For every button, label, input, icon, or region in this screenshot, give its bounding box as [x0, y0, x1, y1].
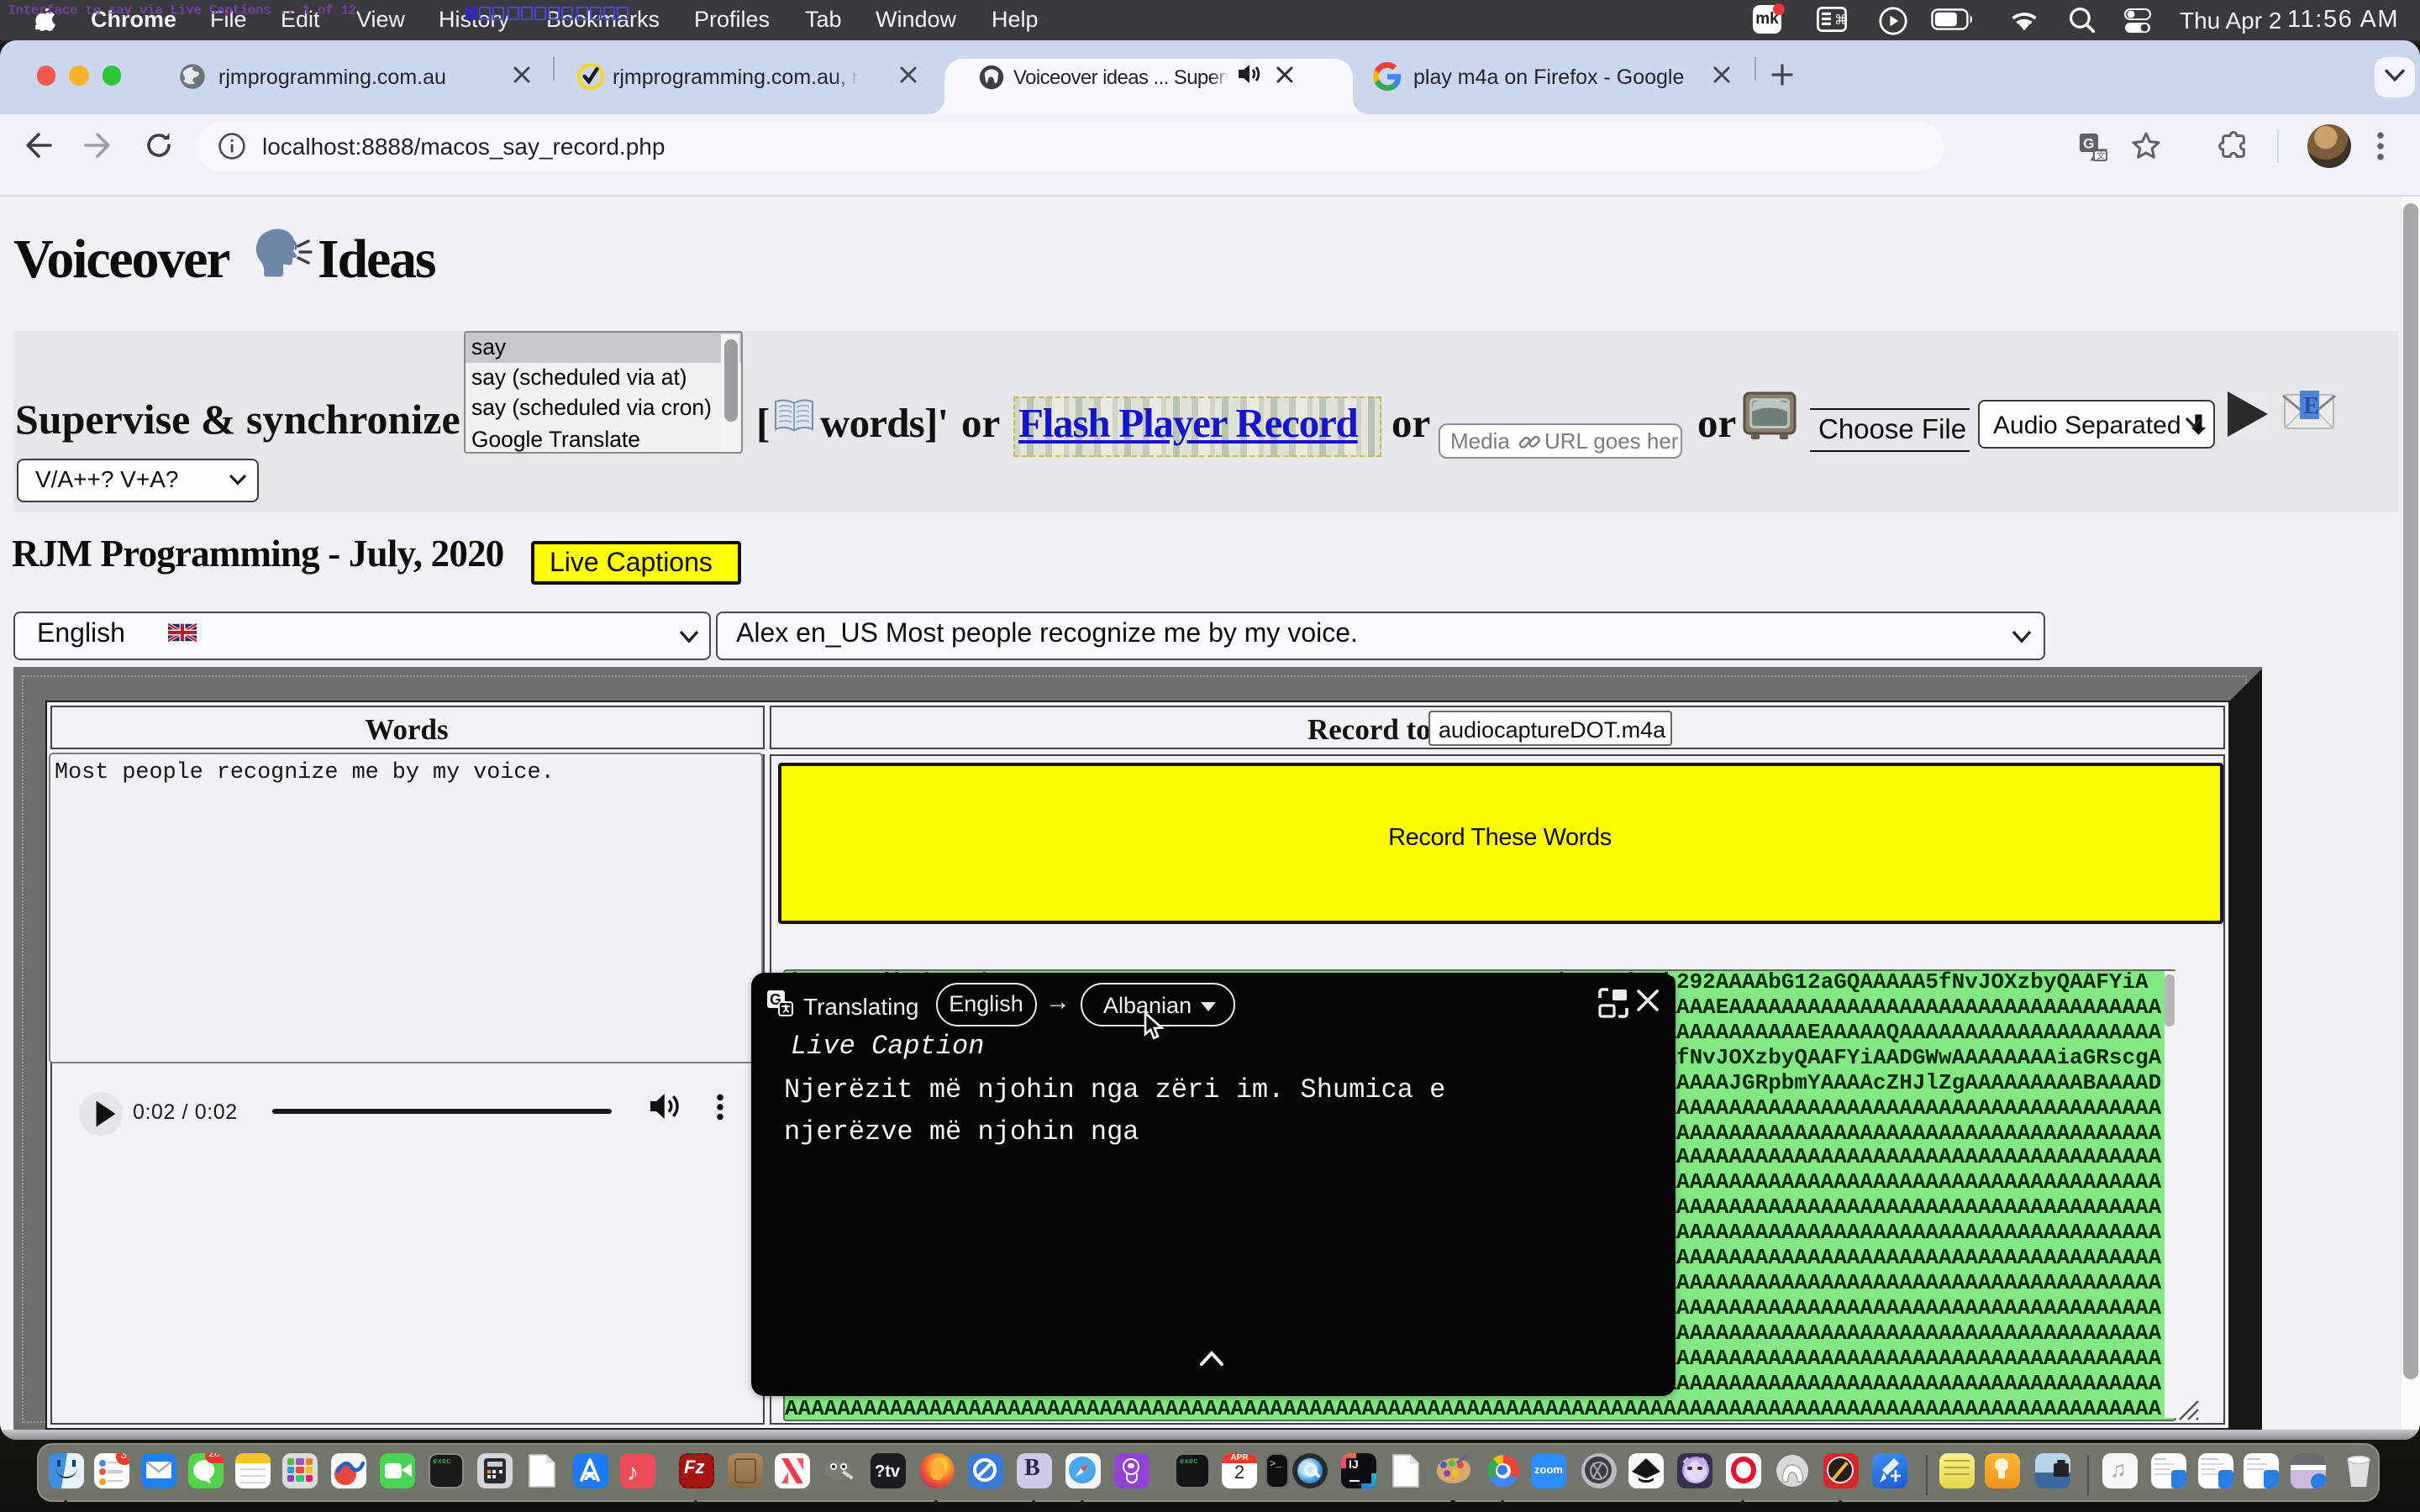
svg-text:⌘: ⌘ — [1834, 13, 1847, 28]
svg-text:文: 文 — [2096, 150, 2105, 160]
svg-text:E: E — [2303, 392, 2319, 418]
svg-text:G: G — [2083, 135, 2094, 151]
